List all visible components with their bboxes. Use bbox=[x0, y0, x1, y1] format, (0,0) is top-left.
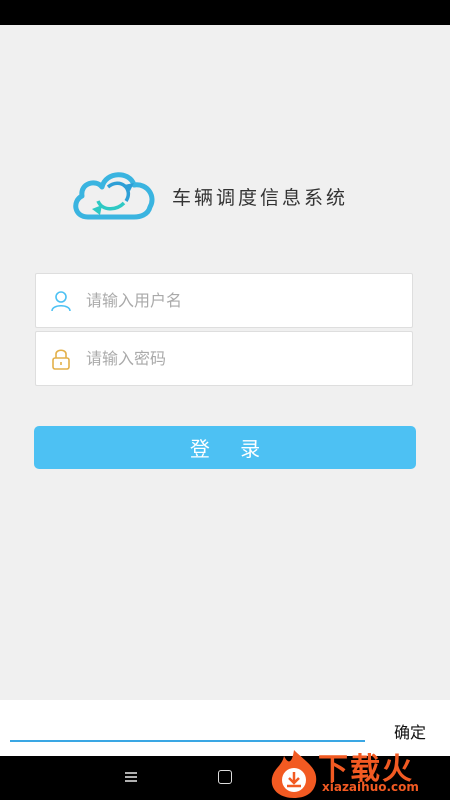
flame-logo-icon bbox=[271, 750, 317, 798]
home-icon[interactable] bbox=[218, 770, 232, 784]
lock-icon bbox=[36, 331, 86, 386]
login-screen: 车辆调度信息系统 登 录 bbox=[0, 25, 450, 700]
cloud-sync-logo bbox=[73, 172, 155, 220]
user-icon bbox=[36, 273, 86, 328]
username-input[interactable] bbox=[86, 291, 386, 310]
password-field[interactable] bbox=[35, 331, 413, 386]
app-title: 车辆调度信息系统 bbox=[172, 187, 349, 209]
login-button[interactable]: 登 录 bbox=[34, 426, 416, 469]
menu-icon[interactable] bbox=[124, 770, 138, 784]
watermark-url: xiazaihuo.com bbox=[322, 780, 419, 794]
username-field[interactable] bbox=[35, 273, 413, 328]
ime-confirm-button[interactable]: 确定 bbox=[394, 719, 426, 743]
watermark: 下载火 xiazaihuo.com bbox=[266, 742, 446, 798]
password-input[interactable] bbox=[86, 349, 386, 368]
status-bar bbox=[0, 0, 450, 25]
